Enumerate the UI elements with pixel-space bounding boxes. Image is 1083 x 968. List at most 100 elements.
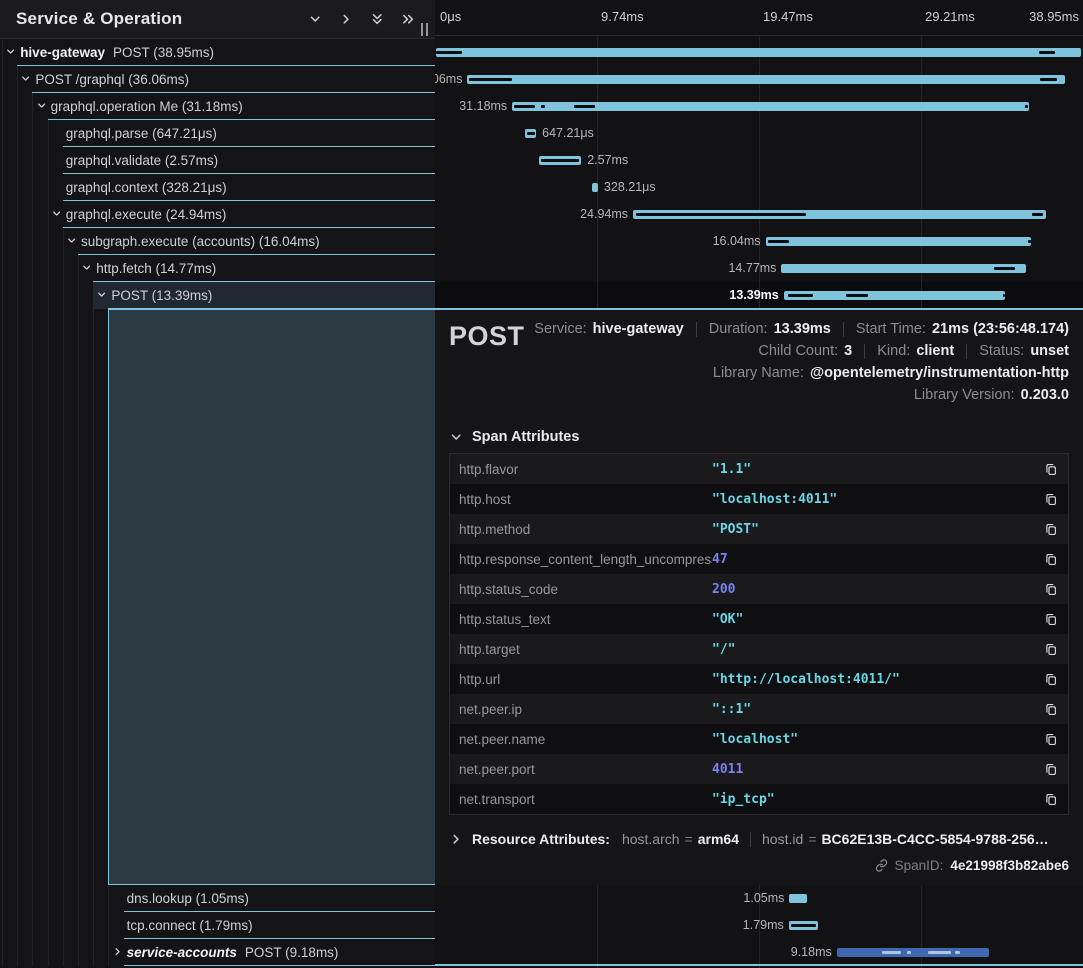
span-detail-header: POST Service:hive-gatewayDuration:13.39m… — [449, 318, 1069, 406]
indent-guide — [48, 309, 49, 885]
expand-one-icon[interactable] — [339, 12, 353, 26]
span-tree-row[interactable]: http.fetch (14.77ms) — [0, 255, 435, 282]
attribute-value: "::1" — [712, 702, 1034, 717]
meta-value: client — [916, 343, 954, 359]
span-tree-row[interactable]: dns.lookup (1.05ms) — [0, 885, 435, 912]
chevron-down-icon[interactable] — [20, 73, 31, 84]
span-duration-bar[interactable] — [784, 291, 1006, 300]
meta-label: Library Name: — [713, 365, 804, 381]
attribute-key: net.peer.ip — [459, 702, 712, 717]
span-tree-row[interactable]: POST (13.39ms) — [0, 282, 435, 309]
chevron-down-icon[interactable] — [96, 289, 107, 300]
indent-guide — [93, 885, 94, 912]
attribute-value: "POST" — [712, 522, 1034, 537]
span-tree-row[interactable]: service-accountsPOST (9.18ms) — [0, 939, 435, 966]
span-tree-row[interactable]: graphql.parse (647.21μs) — [0, 120, 435, 147]
span-duration-bar[interactable] — [436, 48, 1081, 57]
collapse-all-icon[interactable] — [370, 12, 384, 26]
span-tree-row[interactable]: graphql.execute (24.94ms) — [0, 201, 435, 228]
span-tree-row[interactable]: hive-gatewayPOST (38.95ms) — [0, 39, 435, 66]
span-duration-bar[interactable] — [766, 237, 1032, 246]
copy-icon[interactable] — [1034, 792, 1068, 807]
span-tree-row[interactable]: graphql.operation Me (31.18ms) — [0, 93, 435, 120]
chevron-down-icon[interactable] — [81, 262, 92, 273]
meta-value: 3 — [844, 343, 852, 359]
span-duration-bar[interactable] — [781, 264, 1026, 273]
timeline-ruler: 0μs9.74ms19.47ms29.21ms38.95ms — [435, 0, 1083, 36]
span-tree-row[interactable]: graphql.validate (2.57ms) — [0, 147, 435, 174]
child-span-mark — [574, 105, 595, 108]
copy-icon[interactable] — [1034, 522, 1068, 537]
indent-guide — [2, 912, 3, 939]
indent-guide — [48, 939, 49, 966]
span-name-label: http.fetch (14.77ms) — [96, 255, 216, 282]
attribute-value: "localhost:4011" — [712, 492, 1034, 507]
chevron-down-icon[interactable] — [66, 235, 77, 246]
chevron-down-icon[interactable] — [51, 208, 62, 219]
span-attributes-header[interactable]: Span Attributes — [449, 429, 1069, 445]
indent-guide — [63, 309, 64, 885]
copy-icon[interactable] — [1034, 642, 1068, 657]
span-tree-row[interactable]: POST /graphql (36.06ms) — [0, 66, 435, 93]
chevron-down-icon[interactable] — [5, 46, 16, 57]
copy-icon[interactable] — [1034, 492, 1068, 507]
span-duration-bar[interactable] — [789, 921, 819, 930]
span-tree-row[interactable]: tcp.connect (1.79ms) — [0, 912, 435, 939]
meta-value: @opentelemetry/instrumentation-http — [810, 365, 1069, 381]
attribute-row: net.peer.ip"::1" — [450, 694, 1068, 724]
child-span-mark — [514, 105, 535, 108]
link-icon[interactable] — [875, 859, 888, 872]
indent-guide — [78, 309, 79, 885]
span-tree-row[interactable]: graphql.context (328.21μs) — [0, 174, 435, 201]
span-tree-row[interactable]: subgraph.execute (accounts) (16.04ms) — [0, 228, 435, 255]
copy-icon[interactable] — [1034, 612, 1068, 627]
span-bar-row: 36.06ms — [435, 66, 1083, 93]
chevron-down-icon — [449, 430, 463, 444]
indent-guide — [93, 309, 94, 885]
indent-guide — [48, 147, 49, 174]
span-duration-bar[interactable] — [592, 183, 597, 192]
child-span-mark — [469, 78, 513, 81]
collapse-one-icon[interactable] — [308, 12, 322, 26]
copy-icon[interactable] — [1034, 462, 1068, 477]
indent-guide — [48, 228, 49, 255]
chevron-down-icon[interactable] — [36, 100, 47, 111]
indent-guide — [93, 912, 94, 939]
span-duration-bar[interactable] — [539, 156, 582, 165]
copy-icon[interactable] — [1034, 702, 1068, 717]
copy-icon[interactable] — [1034, 762, 1068, 777]
indent-guide — [2, 255, 3, 282]
span-duration-bar[interactable] — [837, 948, 989, 957]
chevron-right-icon[interactable] — [112, 946, 123, 957]
span-duration-bar[interactable] — [525, 129, 536, 138]
span-duration-bar[interactable] — [789, 894, 806, 903]
attribute-row: http.method"POST" — [450, 514, 1068, 544]
copy-icon[interactable] — [1034, 672, 1068, 687]
meta-value: 21ms (23:56:48.174) — [932, 321, 1069, 337]
indent-guide — [108, 939, 109, 966]
span-duration-bar[interactable] — [633, 210, 1046, 219]
span-duration-label: 647.21μs — [542, 120, 594, 147]
panel-resizer-handle[interactable] — [421, 23, 431, 36]
child-span-mark — [636, 213, 807, 216]
span-detail-panel: POST Service:hive-gatewayDuration:13.39m… — [435, 308, 1083, 885]
indent-guide — [32, 255, 33, 282]
indent-guide — [17, 282, 18, 309]
resource-attributes-row[interactable]: Resource Attributes: host.arch=arm64host… — [449, 831, 1069, 847]
span-meta-line: Child Count:3Kind:clientStatus:unset — [758, 340, 1069, 362]
copy-icon[interactable] — [1034, 552, 1068, 567]
resource-attributes-title: Resource Attributes: — [472, 831, 610, 847]
copy-icon[interactable] — [1034, 732, 1068, 747]
span-bar-row: 1.05ms — [435, 885, 1083, 912]
span-duration-bar[interactable] — [467, 75, 1064, 84]
resource-key: host.id — [762, 831, 803, 847]
meta-label: Start Time: — [856, 321, 926, 337]
meta-value: unset — [1030, 343, 1069, 359]
indent-guide — [78, 885, 79, 912]
attribute-row: http.response_content_length_uncompresse… — [450, 544, 1068, 574]
expand-all-icon[interactable] — [401, 12, 415, 26]
copy-icon[interactable] — [1034, 582, 1068, 597]
indent-guide — [17, 174, 18, 201]
span-duration-bar[interactable] — [512, 102, 1028, 111]
indent-guide — [48, 120, 49, 147]
